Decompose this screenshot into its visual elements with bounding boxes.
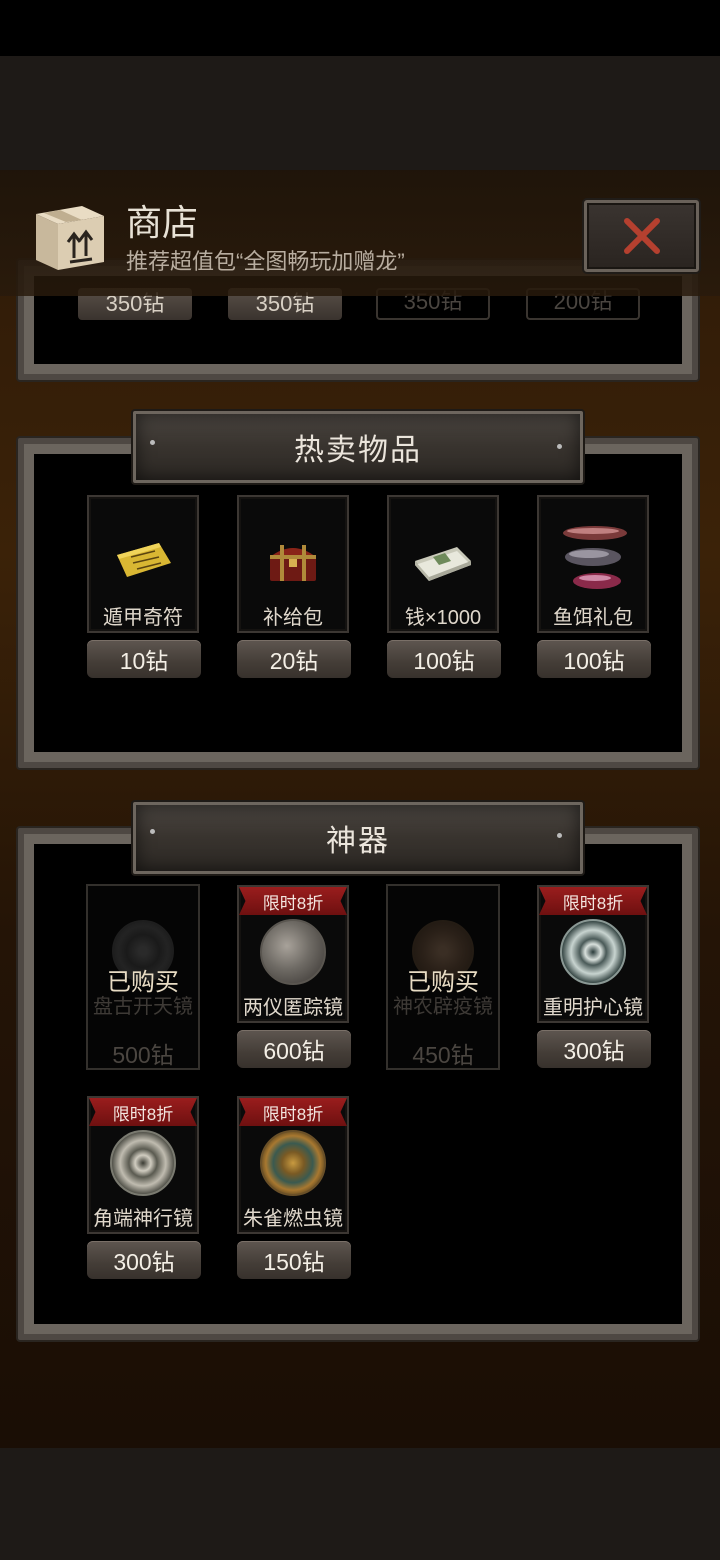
item-name: 鱼饵礼包 [553, 607, 633, 629]
shop-subtitle: 推荐超值包“全图畅玩加赠龙” [126, 249, 405, 274]
mirror-icon [260, 919, 326, 985]
shop-title: 商店 [126, 202, 199, 243]
fishing-lure-icon [563, 526, 627, 589]
item-name: 角端神行镜 [93, 1208, 193, 1230]
price-button[interactable]: 600钻 [237, 1030, 351, 1068]
shop-item-card[interactable]: 已购买 盘古开天镜 500钻 [86, 884, 200, 1070]
mirror-icon [560, 919, 626, 985]
bottom-backdrop [0, 1448, 720, 1560]
shop-item-card[interactable]: 限时8折 角端神行镜 [87, 1096, 199, 1234]
price-label: 450钻 [412, 1042, 474, 1068]
price-button[interactable]: 300钻 [87, 1241, 201, 1279]
discount-ribbon: 限时8折 [239, 887, 347, 915]
talisman-icon [117, 543, 171, 577]
price-label: 500钻 [112, 1042, 174, 1068]
discount-ribbon: 限时8折 [539, 887, 647, 915]
price-button[interactable]: 100钻 [387, 640, 501, 678]
item-name: 补给包 [263, 607, 323, 629]
section-title: 热卖物品 [294, 434, 422, 467]
shop-header: 商店 推荐超值包“全图畅玩加赠龙” [0, 170, 720, 296]
section-title-banner: 神器 [133, 802, 583, 874]
item-name: 遁甲奇符 [103, 607, 183, 629]
money-icon [415, 547, 471, 581]
discount-ribbon: 限时8折 [89, 1098, 197, 1126]
price-button[interactable]: 300钻 [537, 1030, 651, 1068]
discount-ribbon: 限时8折 [239, 1098, 347, 1126]
item-name: 神农辟疫镜 [393, 996, 493, 1018]
top-backdrop [0, 56, 720, 170]
shop-item-card[interactable]: 补给包 [237, 495, 349, 633]
item-name: 朱雀燃虫镜 [243, 1208, 343, 1230]
shop-item-card[interactable]: 遁甲奇符 [87, 495, 199, 633]
price-button[interactable]: 10钻 [87, 640, 201, 678]
mirror-icon [110, 1130, 176, 1196]
price-button[interactable]: 150钻 [237, 1241, 351, 1279]
shop-item-card[interactable]: 鱼饵礼包 [537, 495, 649, 633]
shop-item-card[interactable]: 钱×1000 [387, 495, 499, 633]
chest-icon [270, 545, 316, 581]
close-icon [623, 218, 660, 254]
shop-item-card[interactable]: 已购买 神农辟疫镜 450钻 [386, 884, 500, 1070]
section-title-banner: 热卖物品 [133, 411, 583, 483]
price-button[interactable]: 20钻 [237, 640, 351, 678]
shop-item-card[interactable]: 限时8折 两仪匿踪镜 [237, 885, 349, 1023]
item-name: 钱×1000 [404, 607, 482, 629]
shop-item-card[interactable]: 限时8折 重明护心镜 [537, 885, 649, 1023]
close-button[interactable] [584, 200, 699, 272]
price-button[interactable]: 100钻 [537, 640, 651, 678]
section-title: 神器 [326, 825, 390, 858]
item-name: 重明护心镜 [543, 997, 643, 1019]
item-name: 两仪匿踪镜 [243, 997, 343, 1019]
package-box-icon [30, 200, 108, 274]
mirror-icon [260, 1130, 326, 1196]
item-name: 盘古开天镜 [93, 996, 193, 1018]
shop-item-card[interactable]: 限时8折 朱雀燃虫镜 [237, 1096, 349, 1234]
status-bar [0, 0, 720, 56]
